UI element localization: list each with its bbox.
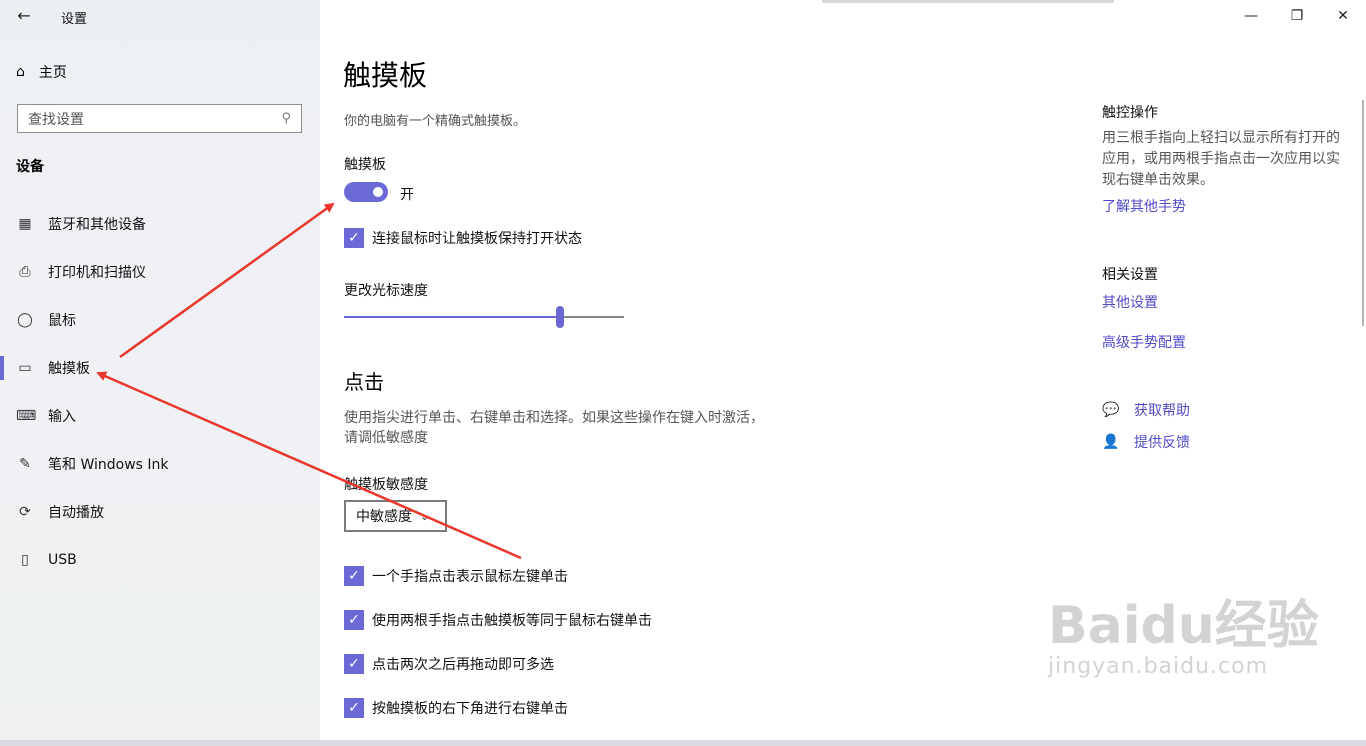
annotation-arrows bbox=[96, 202, 522, 560]
arrow-to-toggle bbox=[119, 202, 335, 359]
taskbar bbox=[0, 740, 1366, 746]
arrow-to-touchpad-nav bbox=[96, 371, 522, 560]
